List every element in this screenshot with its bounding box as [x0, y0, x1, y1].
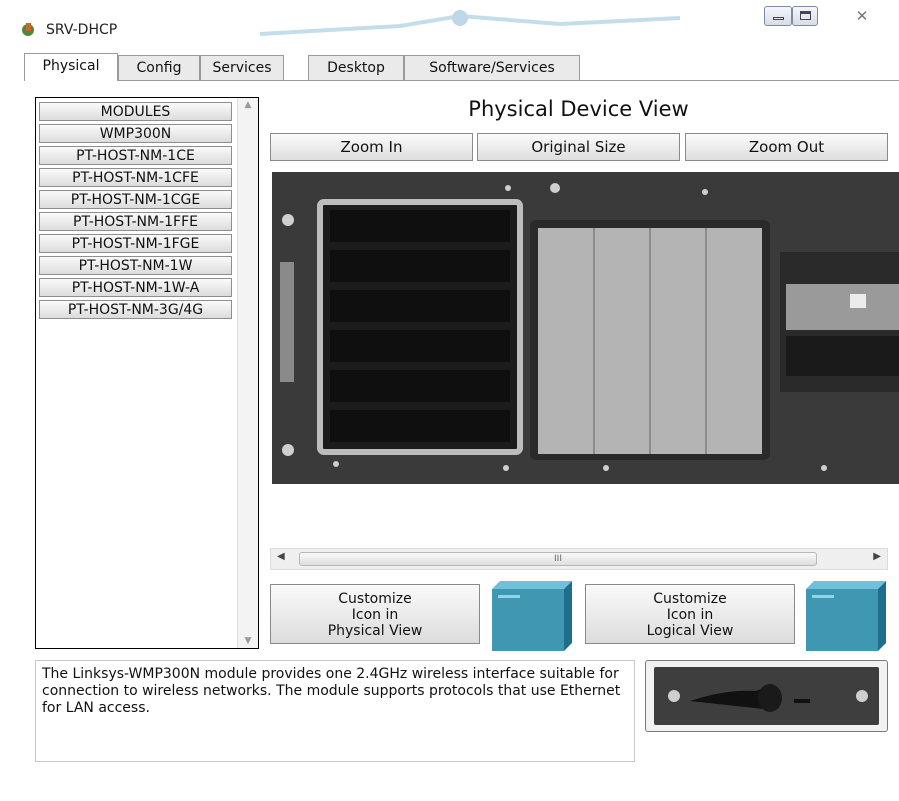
tab-divider: [24, 80, 899, 81]
original-size-button[interactable]: Original Size: [477, 133, 680, 161]
tab-desktop[interactable]: Desktop: [308, 55, 404, 81]
scrollbar-thumb[interactable]: III: [299, 552, 817, 566]
modules-list: MODULES WMP300N PT-HOST-NM-1CE PT-HOST-N…: [39, 102, 232, 322]
button-line: Customize: [653, 591, 727, 607]
wireless-module-image: [654, 667, 879, 725]
device-view-area: [270, 170, 899, 572]
view-horizontal-scrollbar[interactable]: ◀ III ▶: [270, 548, 888, 570]
customize-logical-icon-button[interactable]: Customize Icon in Logical View: [585, 584, 795, 644]
module-item[interactable]: WMP300N: [39, 124, 232, 143]
minimize-button[interactable]: [764, 6, 792, 26]
zoom-out-button[interactable]: Zoom Out: [685, 133, 888, 161]
scroll-down-arrow-icon[interactable]: ▼: [238, 636, 258, 646]
tab-config[interactable]: Config: [118, 55, 200, 81]
tab-services[interactable]: Services: [200, 55, 284, 81]
maximize-button[interactable]: [792, 6, 818, 26]
module-item[interactable]: PT-HOST-NM-1W-A: [39, 278, 232, 297]
button-line: Logical View: [646, 623, 734, 639]
module-preview: [645, 660, 888, 732]
module-description: The Linksys-WMP300N module provides one …: [35, 660, 635, 762]
tab-physical[interactable]: Physical: [24, 53, 118, 81]
tab-software-services[interactable]: Software/Services: [404, 55, 580, 81]
module-item[interactable]: PT-HOST-NM-1W: [39, 256, 232, 275]
module-item[interactable]: PT-HOST-NM-1CFE: [39, 168, 232, 187]
module-item[interactable]: PT-HOST-NM-1FFE: [39, 212, 232, 231]
button-line: Physical View: [327, 623, 423, 639]
module-item[interactable]: PT-HOST-NM-1CGE: [39, 190, 232, 209]
scroll-left-arrow-icon[interactable]: ◀: [277, 551, 285, 562]
module-item[interactable]: PT-HOST-NM-1FGE: [39, 234, 232, 253]
scroll-up-arrow-icon[interactable]: ▲: [238, 100, 258, 110]
modules-panel: MODULES WMP300N PT-HOST-NM-1CE PT-HOST-N…: [35, 97, 259, 649]
modules-scrollbar[interactable]: ▲ ▼: [237, 98, 258, 648]
physical-view-title: Physical Device View: [468, 97, 689, 121]
close-button[interactable]: ✕: [846, 6, 878, 26]
module-item[interactable]: PT-HOST-NM-3G/4G: [39, 300, 232, 319]
window-title: SRV-DHCP: [46, 22, 118, 38]
customize-physical-icon-button[interactable]: Customize Icon in Physical View: [270, 584, 480, 644]
server-chassis-image: [272, 172, 899, 484]
title-bar: SRV-DHCP ✕: [0, 0, 899, 38]
button-line: Icon in: [351, 607, 399, 623]
logical-view-cube-icon: [806, 581, 886, 651]
module-header[interactable]: MODULES: [39, 102, 232, 121]
server-app-icon: [22, 23, 34, 36]
module-item[interactable]: PT-HOST-NM-1CE: [39, 146, 232, 165]
background-topology-decoration: [260, 10, 680, 36]
button-line: Icon in: [666, 607, 714, 623]
physical-view-cube-icon: [492, 581, 572, 651]
zoom-in-button[interactable]: Zoom In: [270, 133, 473, 161]
scroll-right-arrow-icon[interactable]: ▶: [873, 551, 881, 562]
button-line: Customize: [338, 591, 412, 607]
